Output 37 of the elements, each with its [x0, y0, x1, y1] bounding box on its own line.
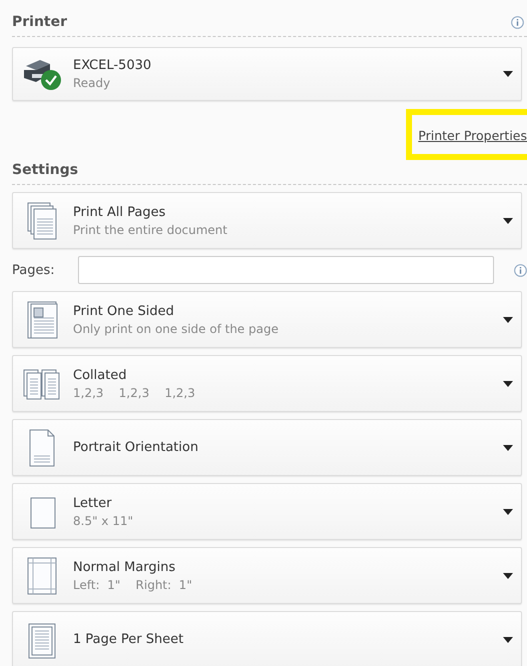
setting-title: Portrait Orientation — [73, 440, 200, 455]
setting-title: 1 Page Per Sheet — [73, 632, 184, 647]
setting-subtitle: Print the entire document — [73, 222, 228, 236]
caret-icon — [503, 218, 513, 224]
section-heading: Printer — [12, 14, 68, 30]
setting-dropdown[interactable]: 1 Page Per Sheet — [12, 611, 522, 666]
caret-icon — [503, 380, 513, 386]
setting-subtitle: 1,2,3 1,2,3 1,2,3 — [73, 386, 196, 400]
setting-dropdown[interactable]: Portrait Orientation — [12, 419, 522, 476]
setting-title: Collated — [73, 368, 128, 382]
section-heading: Settings — [12, 162, 78, 178]
caret-icon — [503, 444, 513, 450]
pages-field[interactable] — [78, 256, 494, 284]
caret-icon — [503, 508, 513, 514]
setting-subtitle: Only print on one side of the page — [73, 322, 280, 336]
caret-icon — [503, 71, 513, 77]
caret-icon — [503, 316, 513, 322]
setting-title: Print One Sided — [73, 304, 176, 318]
setting-title: Print All Pages — [73, 204, 167, 220]
setting-dropdown[interactable]: Collated 1,2,3 1,2,3 1,2,3 — [12, 355, 522, 412]
setting-title: Letter — [73, 496, 113, 510]
setting-dropdown[interactable]: Print One Sided Only print on one side of the page — [12, 291, 522, 348]
setting-dropdown[interactable]: Print All Pages Print the entire document — [12, 192, 522, 249]
printer-properties-link[interactable]: Printer Properties — [418, 128, 527, 143]
setting-dropdown[interactable]: Letter 8.5" x 11" — [12, 483, 522, 540]
info-icon[interactable] — [511, 16, 524, 28]
pages-label: Pages: — [12, 262, 56, 278]
setting-dropdown[interactable]: Normal Margins Left: 1" Right: 1" — [12, 547, 522, 604]
caret-icon — [503, 636, 513, 642]
printer-dropdown[interactable]: EXCEL-5030 Ready — [12, 47, 522, 101]
info-icon[interactable] — [514, 264, 527, 276]
setting-subtitle: Left: 1" Right: 1" — [73, 578, 194, 592]
setting-subtitle: 8.5" x 11" — [73, 514, 134, 528]
setting-title: Normal Margins — [73, 560, 176, 574]
printer-status: Ready — [73, 76, 112, 90]
printer-name: EXCEL-5030 — [73, 58, 152, 73]
caret-icon — [503, 572, 513, 578]
